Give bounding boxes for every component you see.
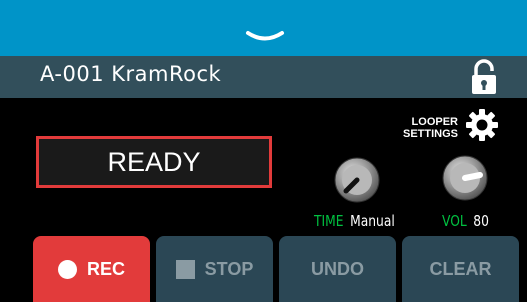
lock-icon[interactable]: [466, 58, 502, 96]
stop-button[interactable]: STOP: [156, 236, 273, 302]
patch-header: A-001 KramRock: [0, 56, 527, 98]
clear-button-label: CLEAR: [429, 258, 492, 279]
undo-button[interactable]: UNDO: [279, 236, 396, 302]
volume-param-value: 80: [473, 212, 489, 230]
top-pulldown-bar[interactable]: [0, 0, 527, 56]
clear-button[interactable]: CLEAR: [402, 236, 519, 302]
looper-settings-line1: LOOPER: [411, 116, 458, 128]
undo-button-label: UNDO: [311, 258, 364, 279]
volume-param-label: VOL: [442, 212, 467, 230]
looper-main-panel: READY LOOPER SETTINGS TIME Manual VOL 80: [0, 98, 527, 234]
record-icon: [57, 259, 77, 279]
stop-button-label: STOP: [204, 258, 254, 279]
status-display: READY: [36, 136, 272, 188]
gear-icon[interactable]: [465, 108, 499, 142]
chevron-down-icon[interactable]: [245, 30, 285, 46]
stop-icon: [175, 259, 195, 279]
patch-name[interactable]: A-001 KramRock: [40, 62, 221, 86]
time-param-value: Manual: [350, 212, 395, 230]
time-param: TIME Manual: [314, 212, 395, 230]
volume-param: VOL 80: [442, 212, 489, 230]
rec-button[interactable]: REC: [33, 236, 150, 302]
time-param-label: TIME: [314, 212, 344, 230]
volume-knob[interactable]: [441, 154, 489, 202]
rec-button-label: REC: [86, 258, 125, 279]
status-text: READY: [107, 146, 201, 177]
looper-settings-line2: SETTINGS: [402, 128, 458, 140]
time-knob[interactable]: [333, 156, 381, 204]
looper-button-row: REC STOP UNDO CLEAR: [0, 236, 527, 302]
looper-settings-label[interactable]: LOOPER SETTINGS: [388, 116, 458, 140]
